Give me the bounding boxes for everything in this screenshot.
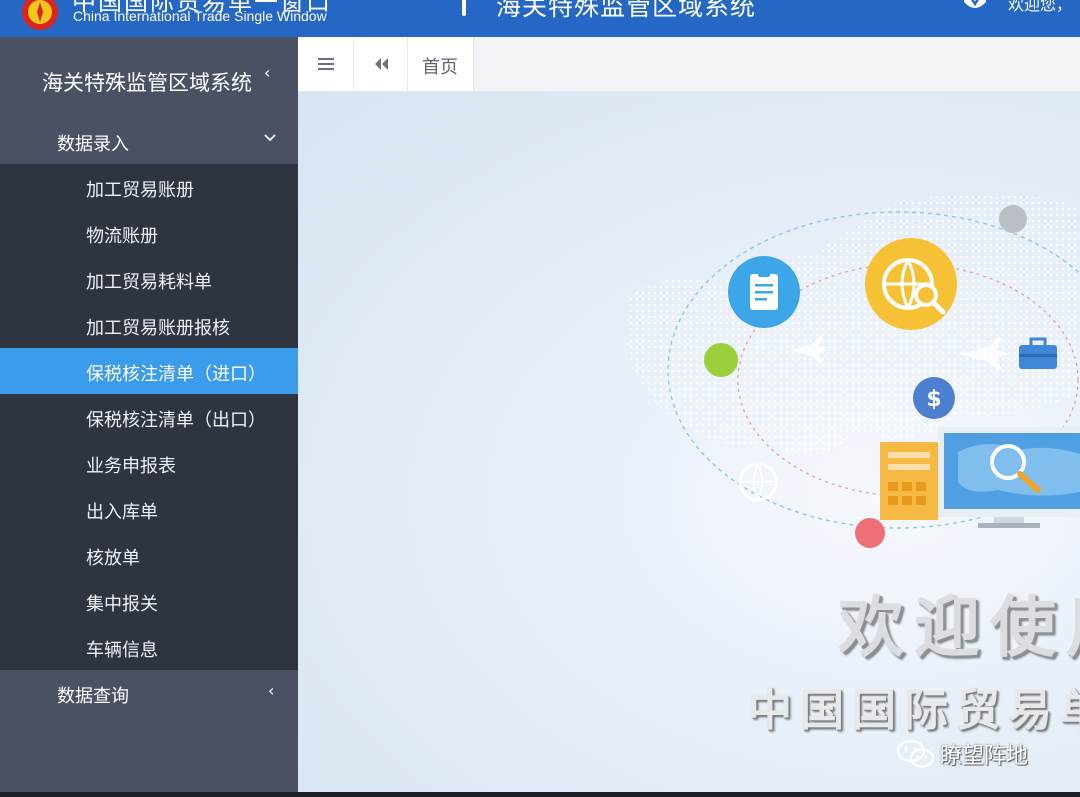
watermark-text: 瞭望阵地 (940, 744, 1029, 769)
user-avatar-icon[interactable] (962, 0, 988, 12)
tab-home-label: 首页 (422, 57, 458, 78)
sidebar-header: 海关特殊监管区域系统 ‹ (0, 37, 298, 118)
sidebar-item-label: 保税核注清单（进口） (86, 364, 266, 385)
main-content: $ 欢迎使用 中国国际贸易单一窗口 (298, 92, 1080, 792)
sidebar-title: 海关特殊监管区域系统 (42, 71, 252, 95)
sidebar-item-label: 业务申报表 (86, 456, 176, 477)
watermark: 瞭望阵地 (896, 734, 1056, 770)
sidebar-footer (0, 716, 298, 792)
bottom-strip (0, 792, 1080, 797)
double-chevron-left-icon (374, 58, 388, 70)
sidebar-item-bonded-list-import[interactable]: 保税核注清单（进口） (0, 348, 298, 394)
sidebar-item-label: 出入库单 (86, 502, 158, 523)
top-header: 中国国际贸易单一窗口 China International Trade Sin… (0, 0, 1080, 37)
welcome-text: 欢迎您， (1008, 0, 1073, 14)
sidebar-item-vehicle-info[interactable]: 车辆信息 (0, 624, 298, 670)
sidebar-item-label: 加工贸易账册报核 (86, 318, 230, 339)
sidebar-item-label: 保税核注清单（出口） (86, 410, 266, 431)
sidebar-item-processing-trade-book[interactable]: 加工贸易账册 (0, 164, 298, 210)
tab-bar: 首页 (298, 37, 1080, 92)
sidebar-item-label: 加工贸易耗料单 (86, 272, 212, 293)
sidebar-item-book-verification[interactable]: 加工贸易账册报核 (0, 302, 298, 348)
sidebar-item-label: 车辆信息 (86, 640, 158, 661)
sidebar-item-label: 加工贸易账册 (86, 180, 194, 201)
menu-toggle-button[interactable] (298, 37, 354, 91)
tab-scroll-left-button[interactable] (354, 37, 408, 91)
customs-logo-icon (22, 0, 58, 30)
sidebar-collapse-icon[interactable]: ‹ (264, 63, 270, 82)
sidebar-item-material-consumption[interactable]: 加工贸易耗料单 (0, 256, 298, 302)
tab-home[interactable]: 首页 (408, 37, 474, 91)
sidebar-item-business-declaration[interactable]: 业务申报表 (0, 440, 298, 486)
sidebar-item-centralized-declaration[interactable]: 集中报关 (0, 578, 298, 624)
wechat-icon (896, 739, 935, 768)
welcome-heading: 欢迎使用 (838, 588, 1080, 666)
chevron-down-icon (264, 134, 276, 142)
site-title-en: China International Trade Single Window (73, 8, 327, 24)
sidebar-item-logistics-book[interactable]: 物流账册 (0, 210, 298, 256)
sidebar-item-label: 集中报关 (86, 594, 158, 615)
sub-menu-data-entry: 加工贸易账册 物流账册 加工贸易耗料单 加工贸易账册报核 保税核注清单（进口） … (0, 164, 298, 670)
sidebar-item-release-slip[interactable]: 核放单 (0, 532, 298, 578)
hamburger-icon (317, 58, 334, 70)
menu-group-data-entry[interactable]: 数据录入 (0, 118, 298, 164)
sidebar-item-label: 物流账册 (86, 226, 158, 247)
chevron-left-icon: ‹ (268, 681, 275, 700)
sidebar: 海关特殊监管区域系统 ‹ 数据录入 加工贸易账册 物流账册 加工贸易耗料单 加工… (0, 37, 298, 792)
sidebar-item-bonded-list-export[interactable]: 保税核注清单（出口） (0, 394, 298, 440)
welcome-subheading: 中国国际贸易单一窗口 (748, 685, 1080, 736)
menu-group-label: 数据查询 (57, 686, 129, 707)
svg-text:$: $ (926, 387, 941, 412)
sidebar-item-label: 核放单 (86, 548, 140, 569)
menu-group-label: 数据录入 (57, 134, 129, 155)
sidebar-item-warehouse-slip[interactable]: 出入库单 (0, 486, 298, 532)
header-divider (462, 0, 466, 16)
system-title: 海关特殊监管区域系统 (496, 0, 757, 21)
menu-group-data-query[interactable]: 数据查询 ‹ (0, 670, 298, 716)
